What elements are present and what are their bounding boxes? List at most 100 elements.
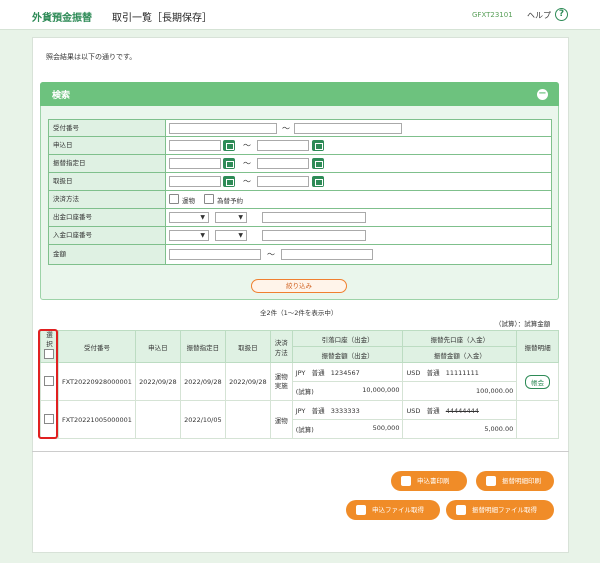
cell-credit-amount: 5,000.00 xyxy=(402,419,518,439)
cell-handle: 2022/09/28 xyxy=(224,362,271,401)
print-apply-label: 申込書印刷 xyxy=(417,477,450,485)
label-transfer-date: 振替指定日 xyxy=(49,155,166,172)
filter-button[interactable]: 絞り込み xyxy=(251,279,347,293)
credit-currency: USD xyxy=(406,407,421,415)
header-debit-amt: 振替金額（出金） xyxy=(291,346,404,363)
apply-date-from-input[interactable] xyxy=(169,140,221,151)
header-debit: 引落口座（出金） xyxy=(291,330,404,347)
credit-type: 普通 xyxy=(426,369,440,377)
print-apply-button[interactable]: 申込書印刷 xyxy=(391,471,467,491)
cell-transfer: 2022/09/28 xyxy=(179,362,226,401)
in-branch-select[interactable] xyxy=(169,230,209,241)
cell-debit-account: JPY 普通 3333333 xyxy=(291,400,404,420)
debit-type: 普通 xyxy=(311,407,325,415)
detail-view-button[interactable]: 帳会 xyxy=(525,374,551,389)
settlement-checkbox-2[interactable] xyxy=(204,194,214,204)
in-type-select[interactable] xyxy=(215,230,247,241)
calendar-icon[interactable] xyxy=(223,176,235,187)
page-title: 取引一覧［長期保存］ xyxy=(112,13,212,24)
header-select-label: 選 択 xyxy=(46,331,53,348)
calendar-icon[interactable] xyxy=(223,158,235,169)
header-detail: 振替明細 xyxy=(516,330,559,363)
search-title: 検索 xyxy=(52,91,71,101)
credit-type: 普通 xyxy=(426,407,440,415)
printer-icon xyxy=(486,476,496,486)
select-all-checkbox[interactable] xyxy=(44,349,55,359)
cell-settle: 運物 実施 xyxy=(269,362,293,401)
handle-date-to-input[interactable] xyxy=(257,176,309,187)
handle-date-from-input[interactable] xyxy=(169,176,221,187)
calendar-icon[interactable] xyxy=(312,176,324,187)
transfer-date-to-input[interactable] xyxy=(257,158,309,169)
print-detail-label: 振替明細印刷 xyxy=(502,477,541,485)
label-amount: 金額 xyxy=(49,245,166,264)
tilde: 〜 xyxy=(267,250,275,259)
receipt-no-to-input[interactable] xyxy=(294,123,402,134)
help-link[interactable]: ヘルプ xyxy=(527,10,551,21)
debit-currency: JPY xyxy=(295,369,306,377)
get-detail-file-label: 振替明細ファイル取得 xyxy=(472,506,537,514)
debit-number: 1234567 xyxy=(330,369,360,377)
debit-currency: JPY xyxy=(295,407,306,415)
out-branch-select[interactable] xyxy=(169,212,209,223)
top-bar: 外貨預金振替 取引一覧［長期保存］ GFXT23101 ヘルプ ? xyxy=(0,0,600,30)
result-count: 全2件（1〜2件を表示中） xyxy=(260,309,338,317)
debit-trial-label: (試算) xyxy=(295,388,314,396)
receipt-no-from-input[interactable] xyxy=(169,123,277,134)
cell-settle: 運物 xyxy=(269,400,293,439)
calendar-icon[interactable] xyxy=(223,140,235,151)
settlement-option-1: 運物 xyxy=(182,197,195,205)
cell-receipt: FXT20220928000001 xyxy=(57,362,136,401)
apply-date-to-input[interactable] xyxy=(257,140,309,151)
results-table: 選 択 受付番号 申込日 振替指定日 取扱日 決済 方法 引落口座（出金） 振替… xyxy=(40,330,559,439)
calendar-icon[interactable] xyxy=(312,158,324,169)
out-account-input[interactable] xyxy=(262,212,366,223)
row-settlement: 決済方法 運物 為替予約 xyxy=(48,191,552,209)
cell-credit-account: USD 普通 44444444 xyxy=(402,400,518,420)
cell-handle xyxy=(224,400,271,439)
row-receipt-no: 受付番号 〜 xyxy=(48,119,552,137)
screen-code: GFXT23101 xyxy=(472,11,513,19)
label-out-account: 出金口座番号 xyxy=(49,209,166,226)
print-detail-button[interactable]: 振替明細印刷 xyxy=(476,471,554,491)
help-icon[interactable]: ? xyxy=(555,8,568,21)
settlement-checkbox-1[interactable] xyxy=(169,194,179,204)
label-apply-date: 申込日 xyxy=(49,137,166,154)
row-transfer-date: 振替指定日 〜 xyxy=(48,155,552,173)
header-transfer: 振替指定日 xyxy=(179,330,226,363)
row-checkbox[interactable] xyxy=(44,413,55,424)
get-apply-file-button[interactable]: 申込ファイル取得 xyxy=(346,500,440,520)
get-apply-file-label: 申込ファイル取得 xyxy=(372,506,424,514)
header-apply: 申込日 xyxy=(134,330,181,363)
debit-amount: 500,000 xyxy=(372,424,400,432)
label-handle-date: 取扱日 xyxy=(49,173,166,190)
label-settlement: 決済方法 xyxy=(49,191,166,208)
credit-number: 44444444 xyxy=(445,407,479,415)
label-receipt-no: 受付番号 xyxy=(49,120,166,136)
table-row: FXT20220928000001 2022/09/28 2022/09/28 … xyxy=(40,362,559,401)
amount-to-input[interactable] xyxy=(281,249,373,260)
get-detail-file-button[interactable]: 振替明細ファイル取得 xyxy=(446,500,554,520)
debit-amount: 10,000,000 xyxy=(362,386,400,394)
header-settle: 決済 方法 xyxy=(269,330,293,363)
cell-debit-account: JPY 普通 1234567 xyxy=(291,362,404,382)
intro-text: 照会結果は以下の通りです。 xyxy=(46,53,137,61)
amount-from-input[interactable] xyxy=(169,249,261,260)
row-in-account: 入金口座番号 xyxy=(48,227,552,245)
cell-debit-amount: (試算) 10,000,000 xyxy=(291,381,404,401)
file-icon xyxy=(456,505,466,515)
cell-transfer: 2022/10/05 xyxy=(179,400,226,439)
header-select: 選 択 xyxy=(40,330,59,363)
header-credit-amt: 振替金額（入金） xyxy=(402,346,518,363)
cell-apply: 2022/09/28 xyxy=(134,362,181,401)
transfer-date-from-input[interactable] xyxy=(169,158,221,169)
collapse-icon[interactable]: − xyxy=(537,89,548,100)
credit-currency: USD xyxy=(406,369,421,377)
row-checkbox[interactable] xyxy=(44,375,55,386)
row-handle-date: 取扱日 〜 xyxy=(48,173,552,191)
search-header[interactable]: 検索 − xyxy=(40,82,559,106)
out-type-select[interactable] xyxy=(215,212,247,223)
calendar-icon[interactable] xyxy=(312,140,324,151)
in-account-input[interactable] xyxy=(262,230,366,241)
divider xyxy=(32,451,569,452)
